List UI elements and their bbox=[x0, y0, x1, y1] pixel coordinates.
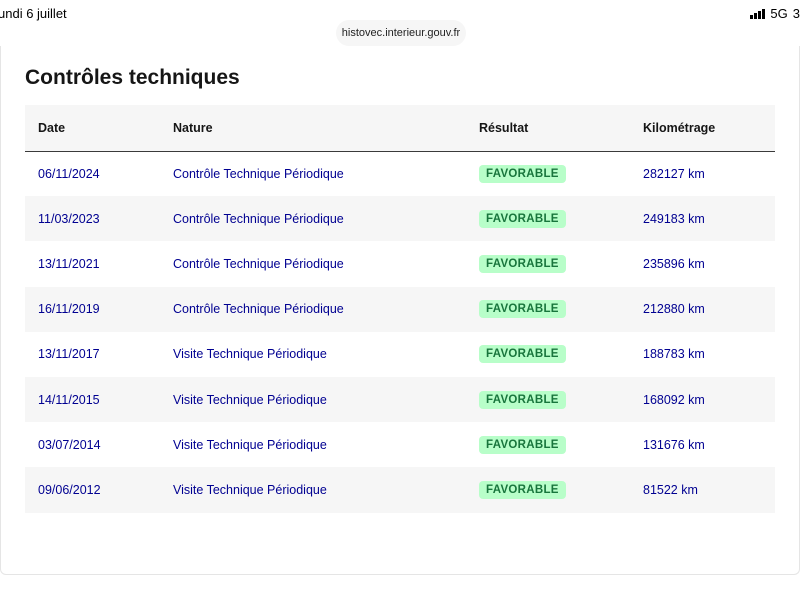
cell-date: 11/03/2023 bbox=[38, 211, 100, 226]
cell-mileage: 235896 km bbox=[643, 256, 705, 271]
signal-icon bbox=[750, 8, 766, 19]
cell-result: FAVORABLE bbox=[466, 241, 630, 286]
network-label: 5G bbox=[770, 6, 788, 21]
status-date: undi 6 juillet bbox=[0, 6, 67, 21]
status-badge: FAVORABLE bbox=[479, 480, 566, 499]
cell-date: 16/11/2019 bbox=[38, 302, 100, 317]
cell-nature: Contrôle Technique Périodique bbox=[173, 166, 344, 181]
cell-date: 06/11/2024 bbox=[38, 166, 100, 181]
cell-date: 03/07/2014 bbox=[38, 437, 101, 452]
battery-label: 3 bbox=[792, 6, 800, 21]
cell-result: FAVORABLE bbox=[466, 151, 630, 196]
table-row: 13/11/2021 Contrôle Technique Périodique F… bbox=[25, 241, 775, 286]
technical-inspections-table: Date Nature Résultat Kilométrage 06/11/2… bbox=[25, 105, 775, 513]
cell-mileage: 168092 km bbox=[643, 392, 705, 407]
address-bar[interactable]: histovec.interieur.gouv.fr bbox=[336, 20, 466, 46]
cell-date: 13/11/2021 bbox=[38, 256, 100, 271]
header-result: Résultat bbox=[466, 105, 630, 152]
status-badge: FAVORABLE bbox=[479, 209, 566, 228]
cell-result: FAVORABLE bbox=[466, 467, 630, 512]
cell-nature: Visite Technique Périodique bbox=[173, 392, 327, 407]
cell-date: 09/06/2012 bbox=[38, 482, 101, 497]
table-row: 11/03/2023 Contrôle Technique Périodique F… bbox=[25, 196, 775, 242]
table-header-row: Date Nature Résultat Kilométrage bbox=[25, 105, 775, 152]
table-row: 06/11/2024 Contrôle Technique Périodique F… bbox=[25, 151, 775, 196]
cell-nature: Visite Technique Périodique bbox=[173, 437, 327, 452]
cell-date: 14/11/2015 bbox=[38, 392, 100, 407]
table-row: 03/07/2014 Visite Technique Périodique FAV… bbox=[25, 422, 775, 467]
cell-mileage: 81522 km bbox=[643, 482, 698, 497]
status-badge: FAVORABLE bbox=[479, 390, 566, 409]
header-mileage: Kilométrage bbox=[630, 105, 775, 152]
table-row: 13/11/2017 Visite Technique Périodique FAV… bbox=[25, 332, 775, 377]
header-date: Date bbox=[25, 105, 160, 152]
status-badge: FAVORABLE bbox=[479, 164, 566, 183]
section-title: Contrôles techniques bbox=[25, 66, 240, 89]
cell-nature: Visite Technique Périodique bbox=[173, 347, 327, 362]
url-text: histovec.interieur.gouv.fr bbox=[341, 27, 461, 39]
cell-result: FAVORABLE bbox=[466, 332, 630, 377]
cell-mileage: 212880 km bbox=[643, 302, 705, 317]
status-badge: FAVORABLE bbox=[479, 435, 566, 454]
cell-mileage: 188783 km bbox=[643, 347, 705, 362]
cell-nature: Visite Technique Périodique bbox=[173, 482, 327, 497]
cell-mileage: 249183 km bbox=[643, 211, 705, 226]
status-badge: FAVORABLE bbox=[479, 345, 566, 364]
cell-nature: Contrôle Technique Périodique bbox=[173, 302, 344, 317]
cell-nature: Contrôle Technique Périodique bbox=[173, 256, 344, 271]
cell-mileage: 131676 km bbox=[643, 437, 705, 452]
cell-result: FAVORABLE bbox=[466, 422, 630, 467]
status-badge: FAVORABLE bbox=[479, 300, 566, 319]
cell-result: FAVORABLE bbox=[466, 377, 630, 422]
table-row: 09/06/2012 Visite Technique Périodique FAV… bbox=[25, 467, 775, 513]
table-row: 14/11/2015 Visite Technique Périodique FAV… bbox=[25, 376, 775, 423]
cell-result: FAVORABLE bbox=[466, 196, 630, 241]
table-row: 16/11/2019 Contrôle Technique Périodique F… bbox=[25, 286, 775, 332]
cell-result: FAVORABLE bbox=[466, 287, 630, 332]
status-indicators: 5G 3 bbox=[750, 6, 800, 21]
header-nature: Nature bbox=[160, 105, 466, 152]
cell-nature: Contrôle Technique Périodique bbox=[173, 211, 344, 226]
cell-date: 13/11/2017 bbox=[38, 347, 100, 362]
status-badge: FAVORABLE bbox=[479, 254, 566, 273]
cell-mileage: 282127 km bbox=[643, 166, 705, 181]
